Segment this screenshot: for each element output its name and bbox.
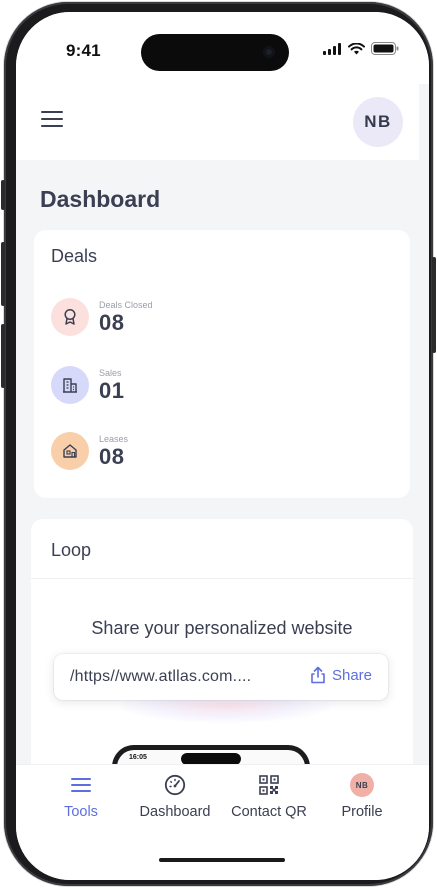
tab-contact-qr[interactable]: Contact QR (219, 765, 319, 825)
profile-avatar-initials: NB (350, 773, 374, 797)
tab-tools[interactable]: Tools (31, 765, 131, 825)
deals-card-title: Deals (51, 246, 98, 266)
stat-label: Leases (99, 433, 129, 444)
avatar[interactable]: NB (353, 97, 403, 147)
website-url-field[interactable]: /https//www.atllas.com.... Share (54, 654, 388, 700)
wifi-icon (348, 42, 365, 54)
tab-label: Dashboard (139, 804, 211, 820)
speedometer-icon (164, 774, 186, 796)
website-url: /https//www.atllas.com.... (70, 668, 252, 685)
status-icons (323, 42, 399, 55)
stat-value: 01 (99, 377, 125, 403)
tab-dashboard[interactable]: Dashboard (125, 765, 225, 825)
camera-lens-icon (263, 46, 275, 58)
stat-value: 08 (99, 443, 125, 469)
stat-leases: Leases 08 (51, 432, 128, 470)
app-header: NB (16, 84, 419, 160)
loop-card-title: Loop (51, 540, 92, 560)
volume-up-button (1, 242, 5, 306)
stat-deals-closed: Deals Closed 08 (51, 298, 153, 336)
share-button[interactable]: Share (310, 666, 372, 684)
tab-label: Contact QR (231, 804, 307, 820)
volume-down-button (1, 324, 5, 388)
award-icon (51, 298, 89, 336)
mute-switch (1, 180, 5, 210)
status-bar: 9:41 (16, 12, 429, 84)
preview-time: 16:05 (129, 754, 147, 761)
hamburger-menu-icon[interactable] (41, 111, 63, 129)
stat-label: Deals Closed (99, 299, 153, 310)
stat-label: Sales (99, 367, 122, 378)
phone-frame: 9:41 NB Dashboard Deals Deals Closed 08 … (1, 2, 436, 886)
status-time: 9:41 (66, 41, 101, 60)
house-icon (51, 432, 89, 470)
tab-profile[interactable]: NB Profile (312, 765, 412, 825)
home-indicator (159, 858, 285, 862)
stat-value: 08 (99, 309, 125, 335)
share-icon (311, 666, 325, 684)
list-icon (71, 774, 91, 796)
battery-icon (371, 42, 399, 55)
deals-card: Deals Deals Closed 08 Sales 01 Leases 08 (34, 230, 410, 498)
divider (31, 578, 413, 579)
qr-code-icon (259, 774, 279, 796)
building-icon (51, 366, 89, 404)
cellular-signal-icon (323, 42, 341, 55)
screen: 9:41 NB Dashboard Deals Deals Closed 08 … (16, 12, 429, 880)
dynamic-island (141, 34, 289, 71)
share-label: Share (331, 666, 372, 684)
power-button (432, 257, 436, 353)
tab-label: Profile (341, 804, 383, 820)
page-title: Dashboard (40, 186, 161, 212)
stat-sales: Sales 01 (51, 366, 124, 404)
tab-label: Tools (64, 804, 98, 820)
avatar: NB (350, 773, 374, 797)
share-heading: Share your personalized website (91, 618, 353, 638)
bottom-tab-bar: Tools Dashboard Contact QR NB Profile (16, 764, 429, 880)
